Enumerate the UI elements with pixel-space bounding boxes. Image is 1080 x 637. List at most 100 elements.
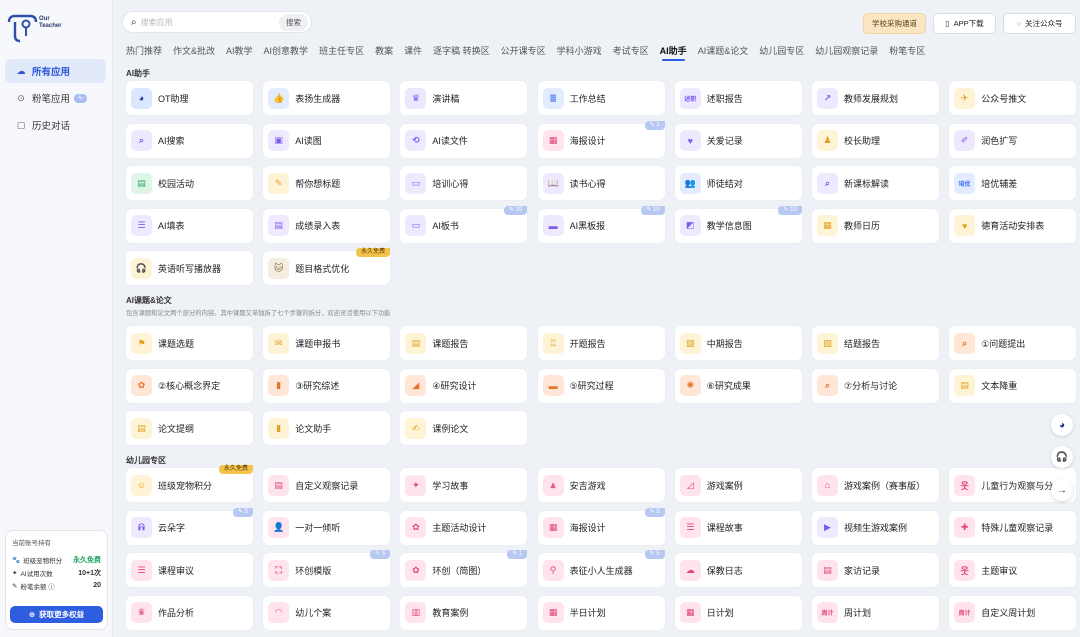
app-card[interactable]: ▦ 海报设计 ✎ 5 [537, 507, 665, 545]
app-card[interactable]: ⌂ 游戏案例（赛事版） [812, 468, 939, 502]
app-card[interactable]: ✎ 帮你想标题 [263, 166, 391, 201]
tab-5[interactable]: 教案 [375, 44, 393, 57]
app-card[interactable]: ✐ 润色扩写 [949, 123, 1077, 158]
app-card[interactable]: ▤ 论文提纲 [126, 411, 253, 446]
app-card[interactable]: ≣ 工作总结 [537, 81, 665, 115]
app-card[interactable]: 👥 师徒结对 [674, 166, 802, 201]
app-card[interactable]: ↗ 教师发展规划 [812, 81, 939, 115]
app-card[interactable]: ◢ ④研究设计 [400, 368, 528, 403]
app-card[interactable]: ♥ 关爱记录 [674, 123, 802, 158]
tab-0[interactable]: 热门推荐 [126, 44, 162, 57]
app-card[interactable]: 🐱 题目格式优化 永久免费 [263, 248, 391, 286]
app-card[interactable]: ☰ 课程故事 [674, 510, 802, 545]
app-card[interactable]: ✿ ②核心概念界定 [126, 368, 253, 403]
brand-logo[interactable]: Our Teacher [6, 14, 62, 44]
tab-15[interactable]: 粉笔专区 [889, 44, 925, 57]
app-card[interactable]: ▣ AI读图 [263, 123, 391, 158]
app-card[interactable]: ◠ 幼儿个案 [263, 595, 391, 630]
app-card[interactable]: ✈ 公众号推文 [949, 81, 1077, 115]
tab-11[interactable]: AI助手 [660, 44, 687, 61]
sidebar-item-chalk-apps[interactable]: ⊙ 粉笔应用 ✎ [5, 86, 106, 110]
tab-7[interactable]: 逐字稿 转换区 [433, 44, 490, 57]
app-download-button[interactable]: ▯ APP下载 [933, 13, 996, 34]
app-card[interactable]: 🎧 英语听写播放器 [126, 251, 253, 286]
tab-2[interactable]: AI教学 [226, 44, 253, 57]
headset-icon[interactable]: 🎧 [1051, 446, 1073, 468]
app-card[interactable]: ✿ 环创（简图） ✎ 1 [400, 550, 528, 588]
tab-13[interactable]: 幼儿园专区 [759, 44, 804, 57]
tab-9[interactable]: 学科小游戏 [557, 44, 602, 57]
robot-icon[interactable]: ◕ [1051, 414, 1073, 436]
app-card[interactable]: ▤ 课题报告 [400, 326, 528, 360]
app-card[interactable]: ▤ 文本降重 [949, 368, 1077, 403]
app-card[interactable]: ♟ 校长助理 [812, 123, 939, 158]
app-card[interactable]: ✺ ⑥研究成果 [674, 368, 802, 403]
app-card[interactable]: ▮ ③研究综述 [263, 368, 391, 403]
app-card[interactable]: ✍ 课例论文 [400, 411, 528, 446]
app-card[interactable]: ⌕ 新课标解读 [812, 166, 939, 201]
app-card[interactable]: 培优 培优辅差 [949, 166, 1077, 201]
tab-10[interactable]: 考试专区 [613, 44, 649, 57]
app-card[interactable]: ⩓ 安吉游戏 [537, 468, 665, 502]
get-more-benefits-button[interactable]: ⊕ 获取更多权益 [10, 606, 103, 623]
app-card[interactable]: ▨ 结题报告 [812, 326, 939, 360]
app-card[interactable]: ▥ 教育案例 [400, 595, 528, 630]
app-card[interactable]: 웃 主题审议 [949, 553, 1077, 588]
app-card[interactable]: ▧ 中期报告 [674, 326, 802, 360]
app-card[interactable]: ♛ 演讲稿 [400, 81, 528, 115]
app-card[interactable]: ▤ 校园活动 [126, 166, 253, 201]
app-card[interactable]: ◩ 教学信息图 ✎ 10 [674, 205, 802, 243]
follow-wechat-button[interactable]: ◌ 关注公众号 [1003, 13, 1076, 34]
app-card[interactable]: 📖 读书心得 [537, 166, 665, 201]
app-card[interactable]: 👤 一对一倾听 [263, 510, 391, 545]
tab-6[interactable]: 课件 [404, 44, 422, 57]
app-card[interactable]: ▶ 视频生游戏案例 [812, 510, 939, 545]
app-card[interactable]: ⚲ 表征小人生成器 ✎ 5 [537, 550, 665, 588]
app-card[interactable]: 👍 表扬生成器 [263, 81, 391, 115]
app-card[interactable]: ☰ AI填表 [126, 208, 253, 243]
app-card[interactable]: ▦ 教师日历 [812, 208, 939, 243]
app-card[interactable]: ♖ 开题报告 [537, 326, 665, 360]
app-card[interactable]: ▦ 海报设计 ✎ 1 [537, 120, 665, 158]
app-card[interactable]: ⚑ 课题选题 [126, 326, 253, 360]
app-card[interactable]: ☰ 课程审议 [126, 553, 253, 588]
arrow-right-icon[interactable]: → [1051, 479, 1073, 501]
app-card[interactable]: ▭ 培训心得 [400, 166, 528, 201]
app-card[interactable]: ⟲ AI读文件 [400, 123, 528, 158]
app-card[interactable]: ᕱ 云朵字 ✎ 5 [126, 507, 253, 545]
app-card[interactable]: ▦ 半日计划 [537, 595, 665, 630]
app-card[interactable]: ⛶ 环创模版 ✎ 5 [263, 550, 391, 588]
sidebar-item-history[interactable]: ▢ 历史对话 [5, 113, 106, 137]
app-card[interactable]: ▬ AI黑板报 ✎ 10 [537, 205, 665, 243]
app-card[interactable]: ▦ 日计划 [674, 595, 802, 630]
app-card[interactable]: ✿ 主题活动设计 [400, 510, 528, 545]
app-card[interactable]: 周计 周计划 [812, 595, 939, 630]
app-card[interactable]: ✚ 特殊儿童观察记录 [949, 510, 1077, 545]
app-card[interactable]: ✉ 课题申报书 [263, 326, 391, 360]
app-card[interactable]: ☺ 班级宠物积分 永久免费 [126, 465, 253, 502]
tab-8[interactable]: 公开课专区 [501, 44, 546, 57]
app-card[interactable]: ▤ 成绩录入表 [263, 208, 391, 243]
app-card[interactable]: ◕ OT助理 [126, 81, 253, 115]
app-card[interactable]: ◿ 游戏案例 [674, 468, 802, 502]
sidebar-item-all-apps[interactable]: ☁ 所有应用 [5, 59, 106, 83]
app-card[interactable]: ▮ 论文助手 [263, 411, 391, 446]
search-input[interactable]: 搜索应用 [141, 17, 279, 28]
tab-1[interactable]: 作文&批改 [173, 44, 215, 57]
school-purchase-button[interactable]: 学校采购通道 [863, 13, 926, 34]
app-card[interactable]: ▬ ⑤研究过程 [537, 368, 665, 403]
app-card[interactable]: 述职 述职报告 [674, 81, 802, 115]
app-card[interactable]: ▤ 家访记录 [812, 553, 939, 588]
app-card[interactable]: ✦ 学习故事 [400, 468, 528, 502]
app-card[interactable]: ⌕ ⑦分析与讨论 [812, 368, 939, 403]
app-card[interactable]: ⌕ ①问题提出 [949, 326, 1077, 360]
tab-3[interactable]: AI创意教学 [264, 44, 309, 57]
app-card[interactable]: ♥ 德育活动安排表 [949, 208, 1077, 243]
tab-12[interactable]: AI课题&论文 [698, 44, 749, 57]
app-card[interactable]: ⌕ AI搜索 [126, 123, 253, 158]
app-card[interactable]: ☁ 保教日志 [674, 553, 802, 588]
app-card[interactable]: ♛ 作品分析 [126, 595, 253, 630]
tab-14[interactable]: 幼儿园观察记录 [815, 44, 878, 57]
tab-4[interactable]: 班主任专区 [319, 44, 364, 57]
app-card[interactable]: 周计 自定义周计划 [949, 595, 1077, 630]
